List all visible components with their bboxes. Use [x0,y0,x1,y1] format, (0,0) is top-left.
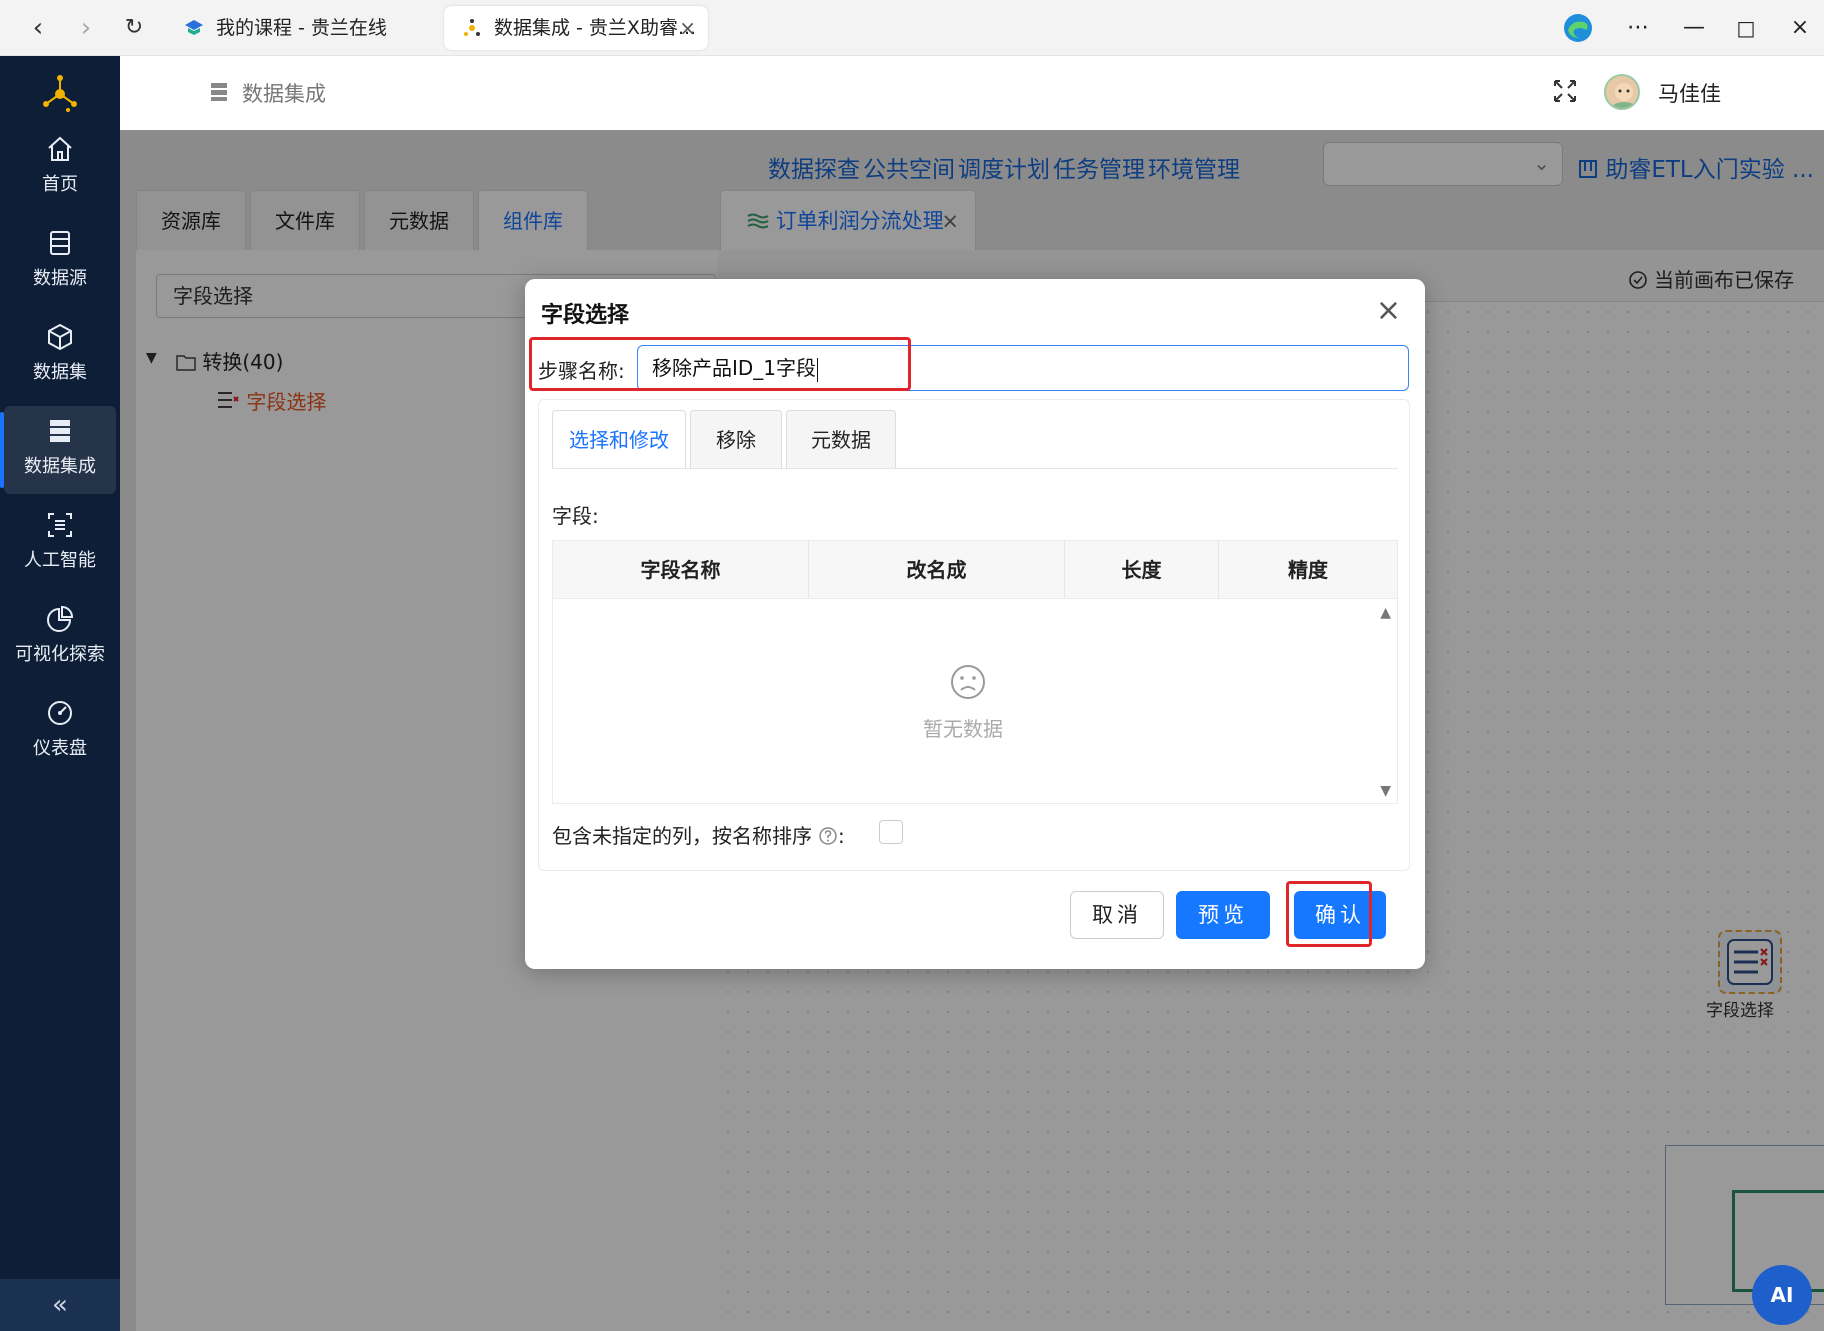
course-logo-icon [185,20,203,35]
collapse-sidebar-button[interactable]: « [0,1279,120,1331]
fields-label: 字段: [552,504,599,528]
browser-tab-courses[interactable]: 我的课程 - 贵兰在线 [166,6,436,50]
maximize-icon[interactable]: □ [1728,10,1764,46]
window-close-icon[interactable]: × [1782,10,1818,46]
app-header: 数据集成 马佳佳 [120,56,1824,130]
column-field-name[interactable]: 字段名称 [553,541,809,599]
cancel-button[interactable]: 取消 [1070,891,1164,939]
tab-remove[interactable]: 移除 [690,410,782,468]
sidebar-item-visual[interactable]: 可视化探索 [4,594,116,682]
sidebar-item-datasource[interactable]: 数据源 [4,218,116,306]
dialog-close-icon[interactable]: × [1376,293,1401,328]
ai-assistant-button[interactable]: AI [1752,1265,1812,1325]
tabs-divider [552,468,1398,469]
include-colon: : [838,824,845,848]
field-select-dialog: 字段选择 × 步骤名称: 移除产品ID_1字段 选择和修改 移除 元数据 字段:… [525,279,1425,969]
include-unspecified-checkbox[interactable] [879,820,903,844]
sidebar-item-home[interactable]: 首页 [4,124,116,212]
preview-button[interactable]: 预览 [1176,891,1270,939]
sidebar-item-label: 数据源 [33,268,87,289]
dialog-title: 字段选择 [541,303,630,328]
sidebar-item-dashboard[interactable]: 仪表盘 [4,688,116,776]
sad-face-icon [951,665,985,699]
fullscreen-icon[interactable] [1550,76,1580,106]
sidebar-item-label: 仪表盘 [33,738,87,759]
avatar[interactable] [1604,74,1640,110]
sidebar: 首页 数据源 数据集 数据集成 人工智能 可视化探索 仪表盘 « [0,56,120,1331]
highlight-box-step-name [529,337,911,391]
highlight-box-confirm [1286,881,1372,947]
ai-icon [48,513,72,537]
sidebar-item-label: 首页 [42,174,78,195]
include-unspecified-label: 包含未指定的列，按名称排序 [552,824,812,848]
browser-tab-title: 我的课程 - 贵兰在线 [216,17,387,39]
gauge-icon [48,701,72,725]
column-rename[interactable]: 改名成 [809,541,1065,599]
more-options-icon[interactable]: ⋯ [1620,10,1656,46]
minimize-icon[interactable]: — [1676,10,1712,46]
dialog-content-panel: 选择和修改 移除 元数据 字段: 字段名称 改名成 长度 精度 暂无数据 ▲ ▼… [538,399,1410,871]
breadcrumb: 数据集成 [242,82,326,106]
fields-table: 字段名称 改名成 长度 精度 暂无数据 ▲ ▼ [552,540,1398,804]
home-icon [48,136,72,161]
server-icon [50,420,70,442]
sidebar-item-dataset[interactable]: 数据集 [4,312,116,400]
back-icon[interactable]: ‹ [22,12,54,44]
browser-tab-title: 数据集成 - 贵兰X助睿... [494,17,697,39]
sidebar-item-ai[interactable]: 人工智能 [4,500,116,588]
sidebar-item-integration[interactable]: 数据集成 [0,406,116,494]
cube-icon [48,323,72,351]
browser-tab-integration[interactable]: 数据集成 - 贵兰X助睿... × [444,6,708,50]
forward-icon[interactable]: › [70,12,102,44]
browser-chrome: ‹ › ↻ 我的课程 - 贵兰在线 数据集成 - 贵兰X助睿... × ⋯ — … [0,0,1824,56]
include-unspecified-row: 包含未指定的列，按名称排序: [552,820,845,849]
help-icon[interactable] [818,826,838,846]
server-icon [211,83,227,101]
edge-browser-icon[interactable] [1562,12,1594,44]
close-tab-icon[interactable]: × [679,6,696,50]
sidebar-item-label: 数据集 [33,362,87,383]
column-precision[interactable]: 精度 [1219,541,1397,599]
avatar-image-icon [1612,83,1636,108]
empty-state-text: 暂无数据 [923,717,1003,741]
pie-chart-icon [47,605,74,632]
column-length[interactable]: 长度 [1065,541,1219,599]
database-icon [50,231,70,255]
refresh-icon[interactable]: ↻ [118,12,150,44]
tab-metadata[interactable]: 元数据 [786,410,896,468]
username[interactable]: 马佳佳 [1658,78,1721,108]
sidebar-item-label: 数据集成 [24,456,96,477]
app-logo-icon [464,19,480,36]
sidebar-item-label: 可视化探索 [15,644,105,665]
app-logo-icon [43,75,77,112]
table-header: 字段名称 改名成 长度 精度 [553,541,1397,599]
sidebar-item-label: 人工智能 [24,550,96,571]
tab-select-modify[interactable]: 选择和修改 [552,410,686,468]
scroll-down-arrow-icon[interactable]: ▼ [1380,783,1391,799]
scroll-up-arrow-icon[interactable]: ▲ [1380,605,1391,621]
